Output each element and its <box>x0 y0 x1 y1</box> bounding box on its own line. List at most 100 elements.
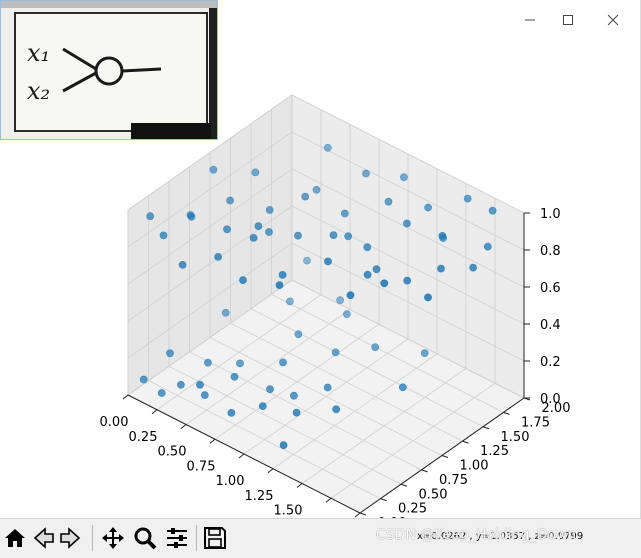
scatter-point <box>254 222 263 230</box>
y-tick <box>359 512 367 516</box>
watermark-text: CSDN @Keep_Holding_Down <box>376 527 577 543</box>
zoom-button[interactable] <box>132 523 158 553</box>
scatter-point <box>399 173 408 182</box>
scatter-point <box>178 260 187 269</box>
scatter-point <box>372 265 381 274</box>
scatter-point <box>289 391 298 400</box>
y-tick-label: 0.25 <box>398 502 427 517</box>
navigation-toolbar: x=0.0262 , y=1.0357 , z=0.0799 CSDN @Kee… <box>0 518 641 558</box>
scatter-point <box>227 408 236 417</box>
z-tick-label: 1.0 <box>540 207 561 222</box>
floppy-disk-icon <box>204 527 226 549</box>
scatter-point <box>380 279 389 288</box>
y-tick-label: 1.75 <box>521 415 550 430</box>
scatter-point <box>346 291 355 300</box>
input-x2-label: x₂ <box>27 77 50 105</box>
home-icon <box>5 529 25 547</box>
x-tick-label: 0.25 <box>129 430 158 445</box>
x-tick <box>209 438 216 444</box>
scatter-point <box>469 263 477 272</box>
y-tick <box>421 469 428 473</box>
scatter-point <box>236 359 244 368</box>
y-tick <box>482 426 490 430</box>
scatter-point <box>176 380 185 389</box>
scatter-point <box>166 349 174 358</box>
y-tick-label: 1.50 <box>501 430 530 445</box>
scatter-point <box>398 383 407 392</box>
back-button[interactable] <box>30 523 56 553</box>
scatter-point <box>329 231 338 239</box>
scatter-point <box>239 276 247 284</box>
z-tick-label: 0.6 <box>540 281 561 296</box>
sliders-icon <box>167 528 187 548</box>
forward-arrow-icon <box>60 527 81 549</box>
x-tick-label: 0.75 <box>187 459 216 474</box>
scatter-point <box>332 405 341 414</box>
magnifier-icon <box>134 527 157 550</box>
scatter-point <box>362 169 370 178</box>
pan-button[interactable] <box>100 523 126 553</box>
scatter-point <box>331 348 340 357</box>
x-tick-label: 0.00 <box>100 415 129 430</box>
scatter-point <box>303 256 311 265</box>
scatter-point <box>265 206 274 214</box>
toolbar-separator <box>196 525 197 551</box>
x-tick-label: 1.50 <box>274 504 303 519</box>
y-tick <box>441 455 449 458</box>
scatter-point <box>294 231 302 240</box>
scatter-point <box>340 209 349 218</box>
scatter-point <box>196 380 204 389</box>
x-tick <box>354 512 361 518</box>
back-arrow-icon <box>33 527 54 549</box>
scatter-point <box>420 349 429 357</box>
x-tick-label: 0.50 <box>158 445 187 460</box>
scatter-point <box>146 212 155 221</box>
scatter-point <box>403 276 412 285</box>
x-tick-label: 1.25 <box>245 489 274 504</box>
x-tick <box>180 424 187 429</box>
scatter-point <box>294 330 303 339</box>
scatter-point <box>209 165 218 174</box>
home-button[interactable] <box>2 523 28 553</box>
y-tick <box>400 483 408 487</box>
x-tick-label: 1.00 <box>216 474 245 489</box>
scatter-point <box>483 242 492 251</box>
scatter-point <box>344 232 353 241</box>
scatter-point <box>266 385 274 394</box>
scatter-point <box>285 297 294 306</box>
scatter-point <box>159 231 168 240</box>
scatter-point <box>203 358 212 367</box>
y-tick-label: 0.75 <box>439 473 468 488</box>
scatter-point <box>312 185 321 194</box>
scatter-point <box>363 243 372 252</box>
scatter-point <box>157 389 166 397</box>
scatter-point <box>323 383 332 392</box>
configure-subplots-button[interactable] <box>164 523 190 553</box>
scatter-point <box>278 270 287 279</box>
y-tick <box>462 440 469 444</box>
y-tick-label: 1.00 <box>460 459 489 474</box>
neuron-photo-overlay: x₁ x₂ <box>0 0 218 140</box>
z-tick-label: 0.4 <box>540 318 561 333</box>
y-tick <box>380 498 387 502</box>
scatter-point <box>223 225 231 234</box>
x-tick <box>151 409 158 415</box>
scatter-point <box>226 196 234 205</box>
scatter-point <box>438 231 447 240</box>
scatter-point <box>342 310 351 319</box>
input-x1-label: x₁ <box>27 39 50 67</box>
scatter-point <box>336 296 344 305</box>
scatter-point <box>265 228 273 236</box>
forward-button[interactable] <box>58 523 84 553</box>
neuron-diagram-photo: x₁ x₂ <box>1 1 217 139</box>
figure-window: 0.000.250.500.751.001.251.501.752.000.00… <box>0 0 641 558</box>
z-tick-label: 0.2 <box>540 355 561 370</box>
scatter-point <box>249 233 258 242</box>
scatter-point <box>488 206 497 215</box>
scatter-point <box>437 264 445 273</box>
x-tick <box>325 497 332 503</box>
x-tick <box>122 394 129 400</box>
scatter-point <box>214 252 222 261</box>
z-tick-label: 0.0 <box>540 392 561 407</box>
save-button[interactable] <box>202 523 228 553</box>
